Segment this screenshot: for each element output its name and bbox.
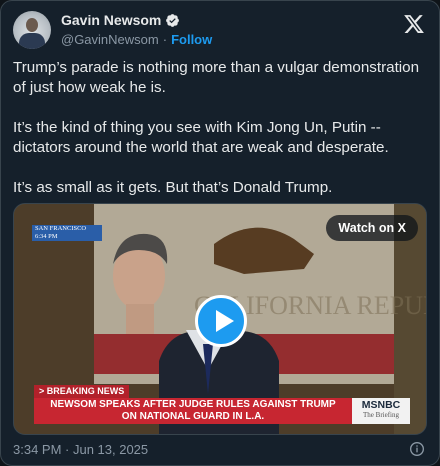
network-logo: MSNBC The Briefing	[352, 398, 410, 424]
info-icon[interactable]	[409, 441, 425, 457]
video-player[interactable]: CALIFORNIA REPUBLIC SAN FRANCISCO 6:34 P…	[13, 203, 427, 435]
x-logo-icon[interactable]	[403, 13, 425, 35]
breaking-news-label: > BREAKING NEWS	[34, 385, 130, 398]
post-header: Gavin Newsom @GavinNewsom · Follow	[13, 11, 427, 51]
show-name: The Briefing	[363, 411, 399, 419]
post-timestamp[interactable]: 3:34 PM · Jun 13, 2025	[13, 442, 148, 457]
network-name: MSNBC	[361, 399, 401, 411]
follow-button[interactable]: Follow	[171, 32, 212, 47]
handle-row: @GavinNewsom · Follow	[61, 32, 212, 47]
author-name[interactable]: Gavin Newsom	[61, 12, 161, 28]
post-text: Trump’s parade is nothing more than a vu…	[13, 59, 420, 196]
watch-on-x-button[interactable]: Watch on X	[326, 215, 418, 241]
author-name-row: Gavin Newsom	[61, 12, 180, 28]
news-headline: NEWSOM SPEAKS AFTER JUDGE RULES AGAINST …	[34, 398, 352, 424]
avatar-body	[19, 33, 45, 49]
avatar-head	[26, 18, 38, 32]
separator-dot: ·	[162, 32, 168, 47]
post-card: Gavin Newsom @GavinNewsom · Follow Trump…	[0, 0, 440, 466]
play-icon[interactable]	[195, 295, 247, 347]
avatar[interactable]	[13, 11, 51, 49]
location-bug: SAN FRANCISCO 6:34 PM	[32, 225, 102, 241]
author-handle[interactable]: @GavinNewsom	[61, 32, 159, 47]
verified-badge-icon	[166, 13, 180, 27]
